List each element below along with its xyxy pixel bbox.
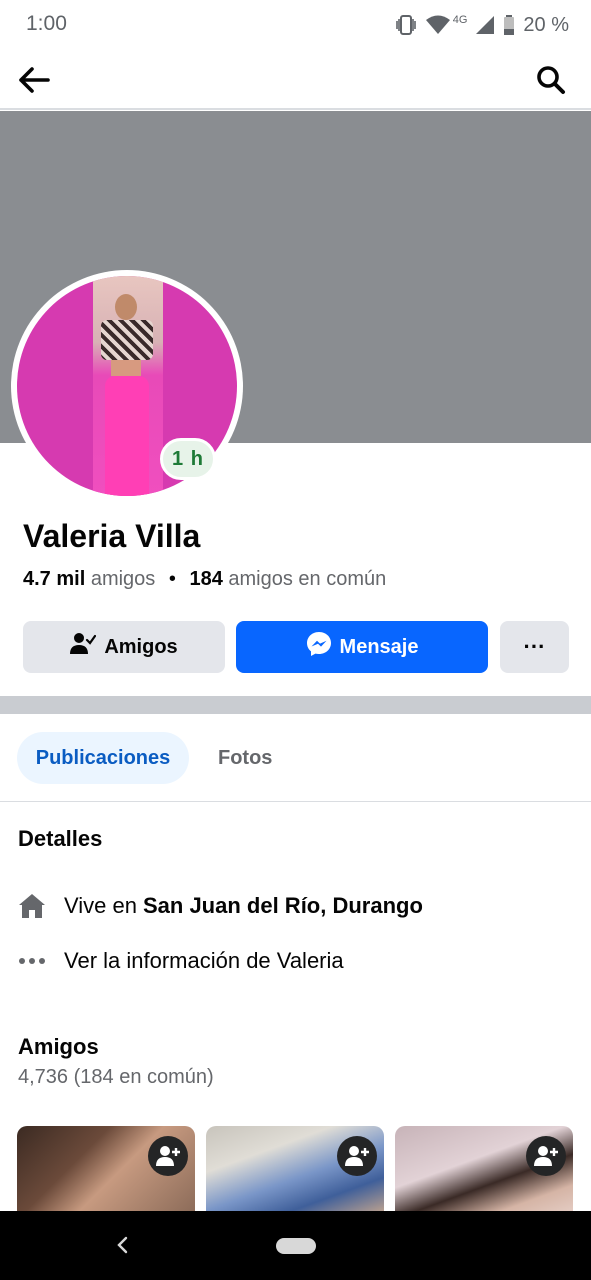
- status-icons: 4G 20 %: [395, 12, 569, 38]
- system-nav-bar: [0, 1211, 591, 1280]
- friends-button-label: Amigos: [104, 635, 178, 658]
- stats-separator: •: [168, 568, 176, 590]
- figure-top: [101, 320, 153, 360]
- nav-home-pill[interactable]: [276, 1238, 316, 1254]
- figure-head: [115, 294, 137, 320]
- mutual-count[interactable]: 184: [189, 568, 222, 590]
- profile-tabs: Publicaciones Fotos: [0, 714, 591, 802]
- detail-more-info[interactable]: Ver la información de Valeria: [18, 945, 344, 977]
- network-type: 4G: [452, 14, 468, 26]
- vibrate-icon: [395, 15, 417, 35]
- active-time-badge: 1 h: [160, 438, 216, 480]
- tab-posts[interactable]: Publicaciones: [17, 732, 189, 784]
- status-time: 1:00: [26, 12, 67, 35]
- detail-lives-in[interactable]: Vive en San Juan del Río, Durango: [18, 890, 423, 922]
- mutual-label[interactable]: amigos en común: [228, 568, 386, 590]
- figure-belly: [111, 360, 141, 376]
- home-icon: [18, 892, 46, 920]
- add-friend-icon[interactable]: [337, 1136, 377, 1176]
- signal-icon: [475, 15, 495, 35]
- profile-stats: 4.7 mil amigos • 184 amigos en común: [23, 568, 386, 591]
- tab-photos[interactable]: Fotos: [218, 732, 272, 784]
- messenger-icon: [306, 631, 332, 663]
- add-friend-icon[interactable]: [148, 1136, 188, 1176]
- details-title: Detalles: [18, 826, 103, 851]
- search-icon[interactable]: [533, 62, 569, 98]
- more-info-label: Ver la información de Valeria: [64, 948, 344, 973]
- message-button-label: Mensaje: [339, 635, 419, 658]
- wifi-icon: [425, 15, 451, 35]
- friends-count[interactable]: 4.7 mil: [23, 568, 85, 590]
- friends-total: 4,736 (184 en común): [18, 1066, 214, 1088]
- back-arrow-icon[interactable]: [16, 62, 52, 98]
- message-button[interactable]: Mensaje: [236, 621, 488, 673]
- status-bar: 1:00 4G 20 %: [0, 0, 591, 50]
- friends-button[interactable]: Amigos: [23, 621, 225, 673]
- figure-legs: [105, 376, 149, 496]
- nav-back-icon[interactable]: [110, 1233, 134, 1257]
- more-dots-icon: ···: [523, 634, 546, 659]
- profile-name: Valeria Villa: [23, 518, 201, 554]
- friends-title: Amigos: [18, 1034, 99, 1059]
- lives-in-prefix: Vive en: [64, 893, 137, 918]
- section-divider: [0, 696, 591, 714]
- add-friend-icon[interactable]: [526, 1136, 566, 1176]
- battery-percent: 20 %: [523, 13, 569, 36]
- more-options-button[interactable]: ···: [500, 621, 569, 673]
- profile-photo-figure: [93, 276, 163, 496]
- friend-check-icon: [70, 632, 97, 662]
- battery-icon: [503, 15, 515, 35]
- more-dots-icon: [18, 947, 46, 975]
- lives-in-place[interactable]: San Juan del Río, Durango: [143, 893, 423, 919]
- app-bar: [0, 50, 591, 110]
- friends-label[interactable]: amigos: [91, 568, 155, 590]
